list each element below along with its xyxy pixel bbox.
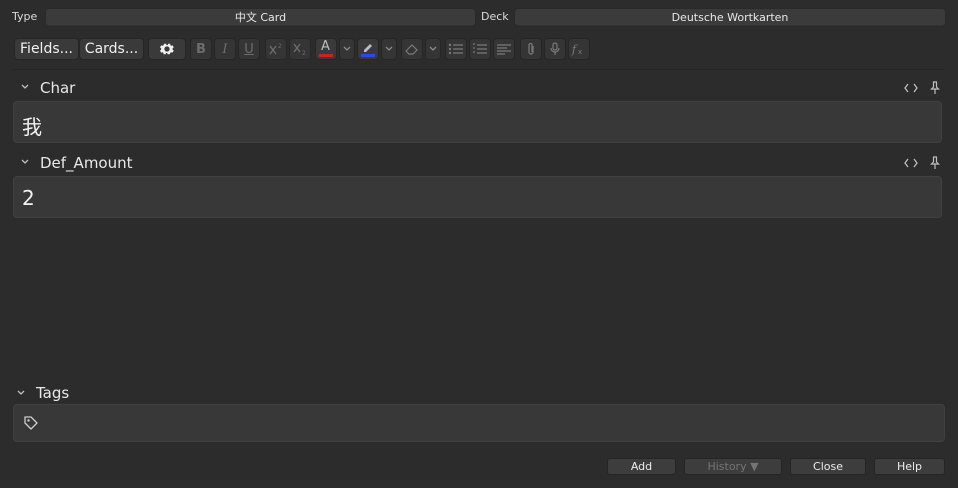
html-editor-icon[interactable] <box>904 82 918 94</box>
microphone-icon <box>550 42 560 55</box>
field-actions <box>904 80 944 96</box>
add-button[interactable]: Add <box>607 458 676 475</box>
underline-button[interactable]: U <box>238 38 260 60</box>
bold-icon: B <box>196 41 206 57</box>
chevron-down-icon <box>343 46 351 51</box>
ordered-list-button[interactable] <box>469 38 491 60</box>
italic-icon: I <box>222 41 228 57</box>
tags-label: Tags <box>36 384 70 402</box>
clear-formatting-button[interactable] <box>401 38 423 60</box>
svg-text:2: 2 <box>302 50 306 56</box>
chevron-down-icon[interactable] <box>20 157 30 167</box>
pin-icon[interactable] <box>930 81 940 95</box>
chevron-down-icon[interactable] <box>16 388 26 398</box>
formatting-dropdown[interactable] <box>425 38 441 60</box>
underline-icon: U <box>244 41 254 57</box>
svg-text:2: 2 <box>278 43 282 50</box>
field-value: 2 <box>22 186 35 210</box>
field-label: Def_Amount <box>40 154 133 172</box>
note-type-selector[interactable]: 中文 Card <box>45 8 476 27</box>
bullet-list-icon <box>448 43 463 55</box>
fields-button[interactable]: Fields... <box>14 38 79 60</box>
note-type-deck-bar: Type 中文 Card Deck Deutsche Wortkarten <box>0 6 958 28</box>
alignment-button[interactable] <box>493 38 515 60</box>
field-header-char: Char <box>0 78 958 98</box>
record-audio-button[interactable] <box>544 38 566 60</box>
italic-button[interactable]: I <box>214 38 236 60</box>
highlight-color-swatch <box>361 54 375 57</box>
type-label: Type <box>12 10 38 23</box>
tags-header: Tags <box>0 383 958 403</box>
html-editor-icon[interactable] <box>904 157 918 169</box>
svg-text:x: x <box>578 48 582 56</box>
editor-toolbar: Fields... Cards... B I U 2 2 A f x <box>0 38 958 62</box>
chevron-down-icon[interactable] <box>20 82 30 92</box>
function-icon: f x <box>571 43 582 56</box>
font-color-swatch <box>319 54 333 57</box>
font-color-button[interactable]: A <box>315 38 337 60</box>
cards-button[interactable]: Cards... <box>79 38 144 60</box>
history-button[interactable]: History ▼ <box>684 458 782 475</box>
options-button[interactable] <box>148 38 186 60</box>
mathjax-button[interactable]: f x <box>568 38 590 60</box>
superscript-button[interactable]: 2 <box>265 38 287 60</box>
deck-selector[interactable]: Deutsche Wortkarten <box>514 8 946 27</box>
superscript-icon: 2 <box>269 43 282 55</box>
tag-icon <box>24 416 38 430</box>
numbered-list-icon <box>473 43 487 54</box>
field-editor-def-amount[interactable]: 2 <box>13 176 942 218</box>
highlight-color-button[interactable] <box>357 38 379 60</box>
subscript-button[interactable]: 2 <box>289 38 311 60</box>
field-actions <box>904 155 944 171</box>
deck-label: Deck <box>481 10 509 23</box>
pin-icon[interactable] <box>930 156 940 170</box>
bold-button[interactable]: B <box>190 38 212 60</box>
fields-button-label: Fields... <box>20 41 73 57</box>
subscript-icon: 2 <box>293 43 306 56</box>
paperclip-icon <box>528 42 534 55</box>
chevron-down-icon <box>429 46 437 51</box>
font-color-dropdown[interactable] <box>339 38 355 60</box>
font-color-icon: A <box>319 39 333 57</box>
field-header-def-amount: Def_Amount <box>0 153 958 173</box>
field-editor-char[interactable]: 我 <box>13 101 942 143</box>
chevron-down-icon <box>385 46 393 51</box>
highlight-dropdown[interactable] <box>381 38 397 60</box>
cards-button-label: Cards... <box>84 41 139 57</box>
highlight-icon <box>361 41 375 57</box>
tag-editor[interactable] <box>13 404 945 442</box>
toolbar-divider <box>13 69 945 70</box>
gear-icon <box>160 43 174 55</box>
field-value: 我 <box>22 115 42 139</box>
eraser-icon <box>405 44 418 55</box>
svg-text:f: f <box>571 43 578 56</box>
attach-button[interactable] <box>520 38 542 60</box>
align-left-icon <box>497 44 511 55</box>
close-button[interactable]: Close <box>790 458 866 475</box>
help-button[interactable]: Help <box>874 458 945 475</box>
unordered-list-button[interactable] <box>445 38 467 60</box>
field-label: Char <box>40 79 76 97</box>
